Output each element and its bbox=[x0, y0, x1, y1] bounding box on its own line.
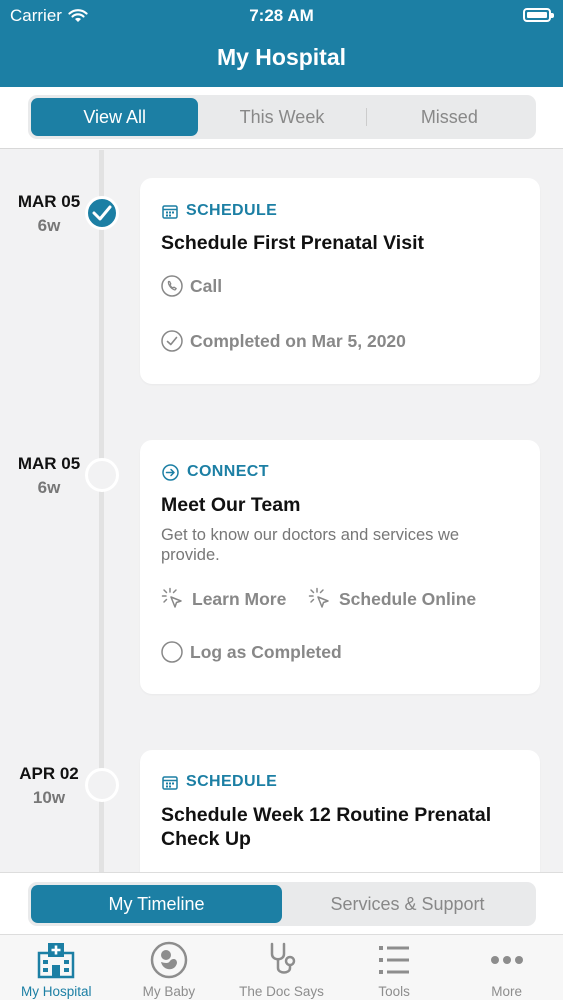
cursor-click-icon bbox=[308, 587, 329, 608]
week-label: 6w bbox=[37, 216, 61, 235]
segment-my-timeline[interactable]: My Timeline bbox=[31, 885, 282, 923]
empty-circle-icon bbox=[161, 641, 183, 663]
page-title: My Hospital bbox=[216, 44, 347, 70]
tab-bar: My Hospital My Baby The Doc Says Tools M… bbox=[0, 934, 563, 1000]
filter-segmented-control: View All This Week Missed bbox=[28, 95, 536, 139]
calendar-icon bbox=[162, 204, 178, 219]
more-icon bbox=[490, 956, 523, 964]
calendar-icon bbox=[162, 775, 178, 790]
phone-icon bbox=[161, 275, 183, 297]
category-label: SCHEDULE bbox=[186, 202, 278, 219]
schedule-online-link[interactable]: Schedule Online bbox=[308, 587, 476, 611]
navigation-header: Carrier 7:28 AM My Hospital bbox=[0, 0, 563, 87]
filter-tab-missed[interactable]: Missed bbox=[365, 98, 533, 136]
filter-tab-this-week[interactable]: This Week bbox=[198, 98, 365, 136]
card-category: SCHEDULE bbox=[162, 773, 277, 791]
battery-icon bbox=[523, 8, 554, 22]
arrow-circle-icon bbox=[162, 463, 179, 481]
status-bar: Carrier 7:28 AM bbox=[0, 4, 563, 28]
category-label: CONNECT bbox=[187, 463, 269, 480]
call-action[interactable]: Call bbox=[161, 275, 222, 297]
category-label: SCHEDULE bbox=[186, 773, 278, 790]
action-label: Log as Completed bbox=[190, 641, 342, 662]
card-description: Get to know our doctors and services we … bbox=[161, 526, 460, 564]
log-as-completed-button[interactable]: Log as Completed bbox=[161, 641, 342, 663]
tab-label: More bbox=[491, 984, 523, 999]
action-label: Call bbox=[190, 275, 223, 296]
timeline-card[interactable]: CONNECT Meet Our Team Get to know our do… bbox=[140, 440, 540, 694]
timeline-card[interactable]: SCHEDULE Schedule First Prenatal Visit C… bbox=[140, 178, 540, 384]
check-circle-icon bbox=[161, 330, 183, 352]
action-label: Learn More bbox=[192, 588, 287, 609]
timeline-rail bbox=[99, 150, 104, 872]
hospital-icon bbox=[38, 943, 75, 979]
tab-more[interactable]: More bbox=[450, 935, 563, 1000]
tab-label: My Hospital bbox=[21, 984, 92, 999]
status-time: 7:28 AM bbox=[249, 6, 314, 25]
timeline-date: MAR 05 6w bbox=[0, 192, 98, 236]
tab-my-hospital[interactable]: My Hospital bbox=[0, 935, 113, 1000]
incomplete-circle-icon[interactable] bbox=[85, 458, 119, 492]
tab-label: My Baby bbox=[142, 984, 196, 999]
tab-label: The Doc Says bbox=[239, 984, 324, 999]
completed-checkmark-icon[interactable] bbox=[85, 196, 119, 230]
card-title: Meet Our Team bbox=[161, 494, 301, 516]
tab-my-baby[interactable]: My Baby bbox=[113, 935, 226, 1000]
week-label: 10w bbox=[32, 788, 66, 807]
action-label: Schedule Online bbox=[339, 588, 477, 609]
completed-status: Completed on Mar 5, 2020 bbox=[161, 330, 406, 352]
timeline-date: MAR 05 6w bbox=[0, 454, 98, 498]
date-label: MAR 05 bbox=[17, 454, 81, 473]
learn-more-link[interactable]: Learn More bbox=[161, 587, 286, 611]
filter-bar: View All This Week Missed bbox=[0, 87, 563, 149]
tab-label: Tools bbox=[378, 984, 410, 999]
timeline-card[interactable]: SCHEDULE Schedule Week 12 Routine Prenat… bbox=[140, 750, 540, 872]
card-category: CONNECT bbox=[162, 463, 269, 481]
timeline-list[interactable]: MAR 05 6w SCHEDULE Schedule First Prenat… bbox=[0, 150, 563, 872]
timeline-date: APR 02 10w bbox=[0, 764, 98, 808]
incomplete-circle-icon[interactable] bbox=[85, 768, 119, 802]
card-title: Schedule First Prenatal Visit bbox=[161, 232, 424, 254]
baby-icon bbox=[150, 941, 188, 979]
cursor-click-icon bbox=[161, 587, 182, 608]
view-segmented-control: My Timeline Services & Support bbox=[28, 882, 536, 926]
list-icon bbox=[379, 946, 410, 974]
tab-the-doc-says[interactable]: The Doc Says bbox=[225, 935, 338, 1000]
stethoscope-icon bbox=[271, 942, 296, 974]
card-title: Schedule Week 12 Routine Prenatal Check … bbox=[161, 804, 492, 850]
date-label: MAR 05 bbox=[17, 192, 81, 211]
action-label: Completed on Mar 5, 2020 bbox=[190, 330, 406, 351]
date-label: APR 02 bbox=[19, 764, 79, 783]
view-switcher-bar: My Timeline Services & Support bbox=[0, 872, 563, 934]
card-category: SCHEDULE bbox=[162, 202, 277, 220]
week-label: 6w bbox=[37, 478, 61, 497]
filter-tab-view-all[interactable]: View All bbox=[31, 98, 199, 136]
segment-services-support[interactable]: Services & Support bbox=[282, 885, 533, 923]
tab-tools[interactable]: Tools bbox=[338, 935, 451, 1000]
